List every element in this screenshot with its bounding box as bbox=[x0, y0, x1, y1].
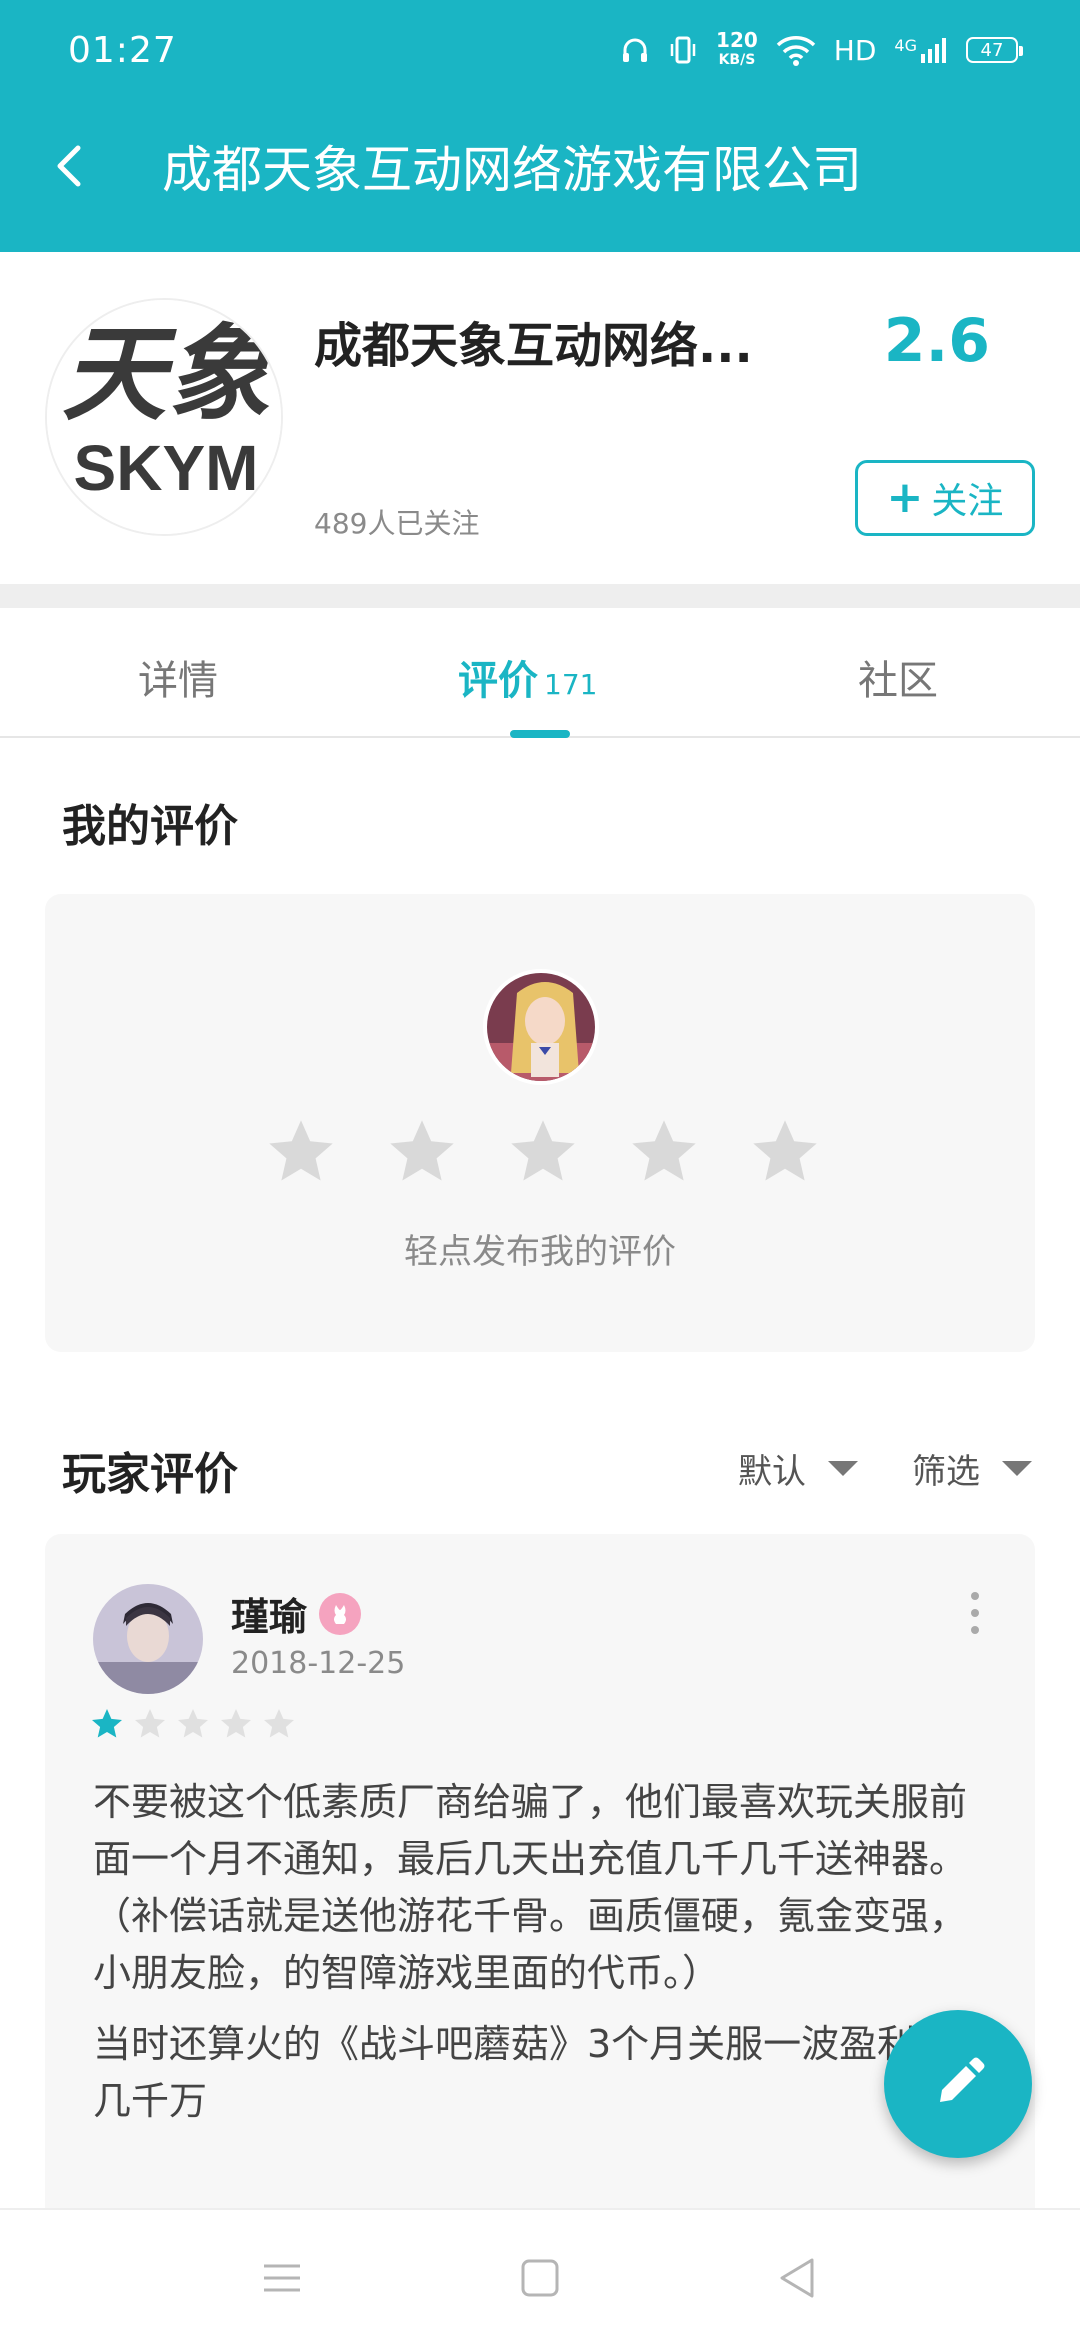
pencil-icon bbox=[940, 2057, 985, 2102]
signal-icon: 4G bbox=[894, 36, 948, 64]
section-divider bbox=[0, 584, 1080, 608]
my-avatar bbox=[483, 969, 599, 1085]
rate-hint: 轻点发布我的评价 bbox=[404, 1232, 676, 1272]
company-logo-image: 天象 SKYM bbox=[47, 300, 281, 534]
status-bar: 01:27 120 KB/S HD 4G 47 bbox=[0, 0, 1080, 108]
top-bar: 01:27 120 KB/S HD 4G 47 成都天象互动网络游戏有限公司 bbox=[0, 0, 1080, 252]
tab-active-indicator bbox=[510, 730, 570, 738]
star-icon[interactable] bbox=[263, 1114, 339, 1190]
star-icon[interactable] bbox=[626, 1114, 702, 1190]
net-speed-value: 120 bbox=[716, 28, 758, 52]
system-nav-bar bbox=[0, 2208, 1080, 2340]
status-time: 01:27 bbox=[68, 30, 177, 71]
user-badge-icon bbox=[319, 1592, 362, 1635]
star-icon bbox=[221, 1709, 251, 1738]
company-header: 天象 SKYM 成都天象互动网络... 2.6 489人已关注 + 关注 bbox=[0, 252, 1080, 584]
star-icon[interactable] bbox=[505, 1114, 581, 1190]
network-type: 4G bbox=[894, 36, 917, 55]
filter-label: 筛选 bbox=[912, 1452, 980, 1492]
home-icon[interactable] bbox=[510, 2248, 570, 2308]
avatar[interactable] bbox=[93, 1584, 203, 1694]
write-review-button[interactable] bbox=[884, 2010, 1032, 2158]
follow-label: 关注 bbox=[931, 481, 1004, 522]
tab-reviews[interactable]: 评价 171 bbox=[458, 648, 597, 706]
star-icon bbox=[135, 1709, 165, 1738]
follow-button[interactable]: + 关注 bbox=[855, 460, 1035, 536]
page-title: 成都天象互动网络游戏有限公司 bbox=[162, 141, 862, 199]
tab-reviews-count: 171 bbox=[544, 668, 598, 701]
tab-community[interactable]: 社区 bbox=[858, 648, 938, 706]
status-icons: 120 KB/S HD 4G 47 bbox=[620, 30, 1023, 70]
review-date: 2018-12-25 bbox=[231, 1646, 406, 1681]
more-options-icon[interactable] bbox=[971, 1592, 981, 1634]
star-icon bbox=[178, 1709, 208, 1738]
tab-details[interactable]: 详情 bbox=[138, 648, 218, 706]
review-username: 瑾瑜 bbox=[231, 1595, 308, 1639]
plus-icon: + bbox=[886, 472, 924, 523]
my-rating-stars[interactable] bbox=[263, 1114, 823, 1190]
vibrate-icon bbox=[670, 36, 696, 64]
nav-back-icon[interactable] bbox=[768, 2248, 828, 2308]
star-icon bbox=[92, 1709, 122, 1738]
star-icon[interactable] bbox=[747, 1114, 823, 1190]
menu-icon[interactable] bbox=[252, 2248, 312, 2308]
review-paragraph: 当时还算火的《战斗吧蘑菇》3个月关服一波盈利最少几千万 bbox=[93, 2022, 992, 2123]
star-icon bbox=[264, 1709, 294, 1738]
review-text: 不要被这个低素质厂商给骗了，他们最喜欢玩关服前面一个月不通知，最后几天出充值几千… bbox=[93, 1774, 993, 2144]
tab-reviews-label: 评价 bbox=[458, 658, 538, 704]
logo-text-bottom: SKYM bbox=[74, 432, 259, 504]
caret-down-icon bbox=[828, 1461, 858, 1476]
logo-text-top: 天象 bbox=[62, 317, 273, 433]
sort-label: 默认 bbox=[738, 1452, 806, 1492]
headphones-icon bbox=[623, 38, 648, 62]
follower-count: 489人已关注 bbox=[314, 507, 480, 540]
company-score: 2.6 bbox=[883, 306, 990, 376]
review-user: 瑾瑜 bbox=[231, 1586, 362, 1641]
wifi-icon bbox=[776, 36, 816, 66]
my-review-card[interactable]: 轻点发布我的评价 bbox=[45, 894, 1035, 1352]
my-review-title: 我的评价 bbox=[62, 801, 238, 852]
filter-dropdown[interactable]: 筛选 bbox=[912, 1444, 1032, 1493]
player-reviews-title: 玩家评价 bbox=[62, 1449, 238, 1500]
tab-bar: 详情 评价 171 社区 bbox=[0, 608, 1080, 738]
net-speed: 120 KB/S bbox=[716, 30, 758, 70]
net-speed-unit: KB/S bbox=[718, 52, 756, 68]
star-icon[interactable] bbox=[384, 1114, 460, 1190]
battery-icon: 47 bbox=[966, 37, 1023, 63]
review-rating bbox=[89, 1706, 297, 1742]
review-paragraph: 不要被这个低素质厂商给骗了，他们最喜欢玩关服前面一个月不通知，最后几天出充值几千… bbox=[93, 1780, 968, 1995]
sort-dropdown[interactable]: 默认 bbox=[738, 1444, 858, 1493]
battery-level: 47 bbox=[980, 39, 1004, 61]
hd-label: HD bbox=[833, 33, 877, 67]
back-arrow-icon[interactable] bbox=[42, 138, 98, 194]
caret-down-icon bbox=[1002, 1461, 1032, 1476]
company-logo: 天象 SKYM bbox=[45, 298, 283, 536]
company-name: 成都天象互动网络... bbox=[314, 318, 753, 374]
review-card[interactable]: 瑾瑜 2018-12-25 不要被这个低素质厂商给骗了，他们最喜欢玩关服前面一个… bbox=[45, 1534, 1035, 2294]
